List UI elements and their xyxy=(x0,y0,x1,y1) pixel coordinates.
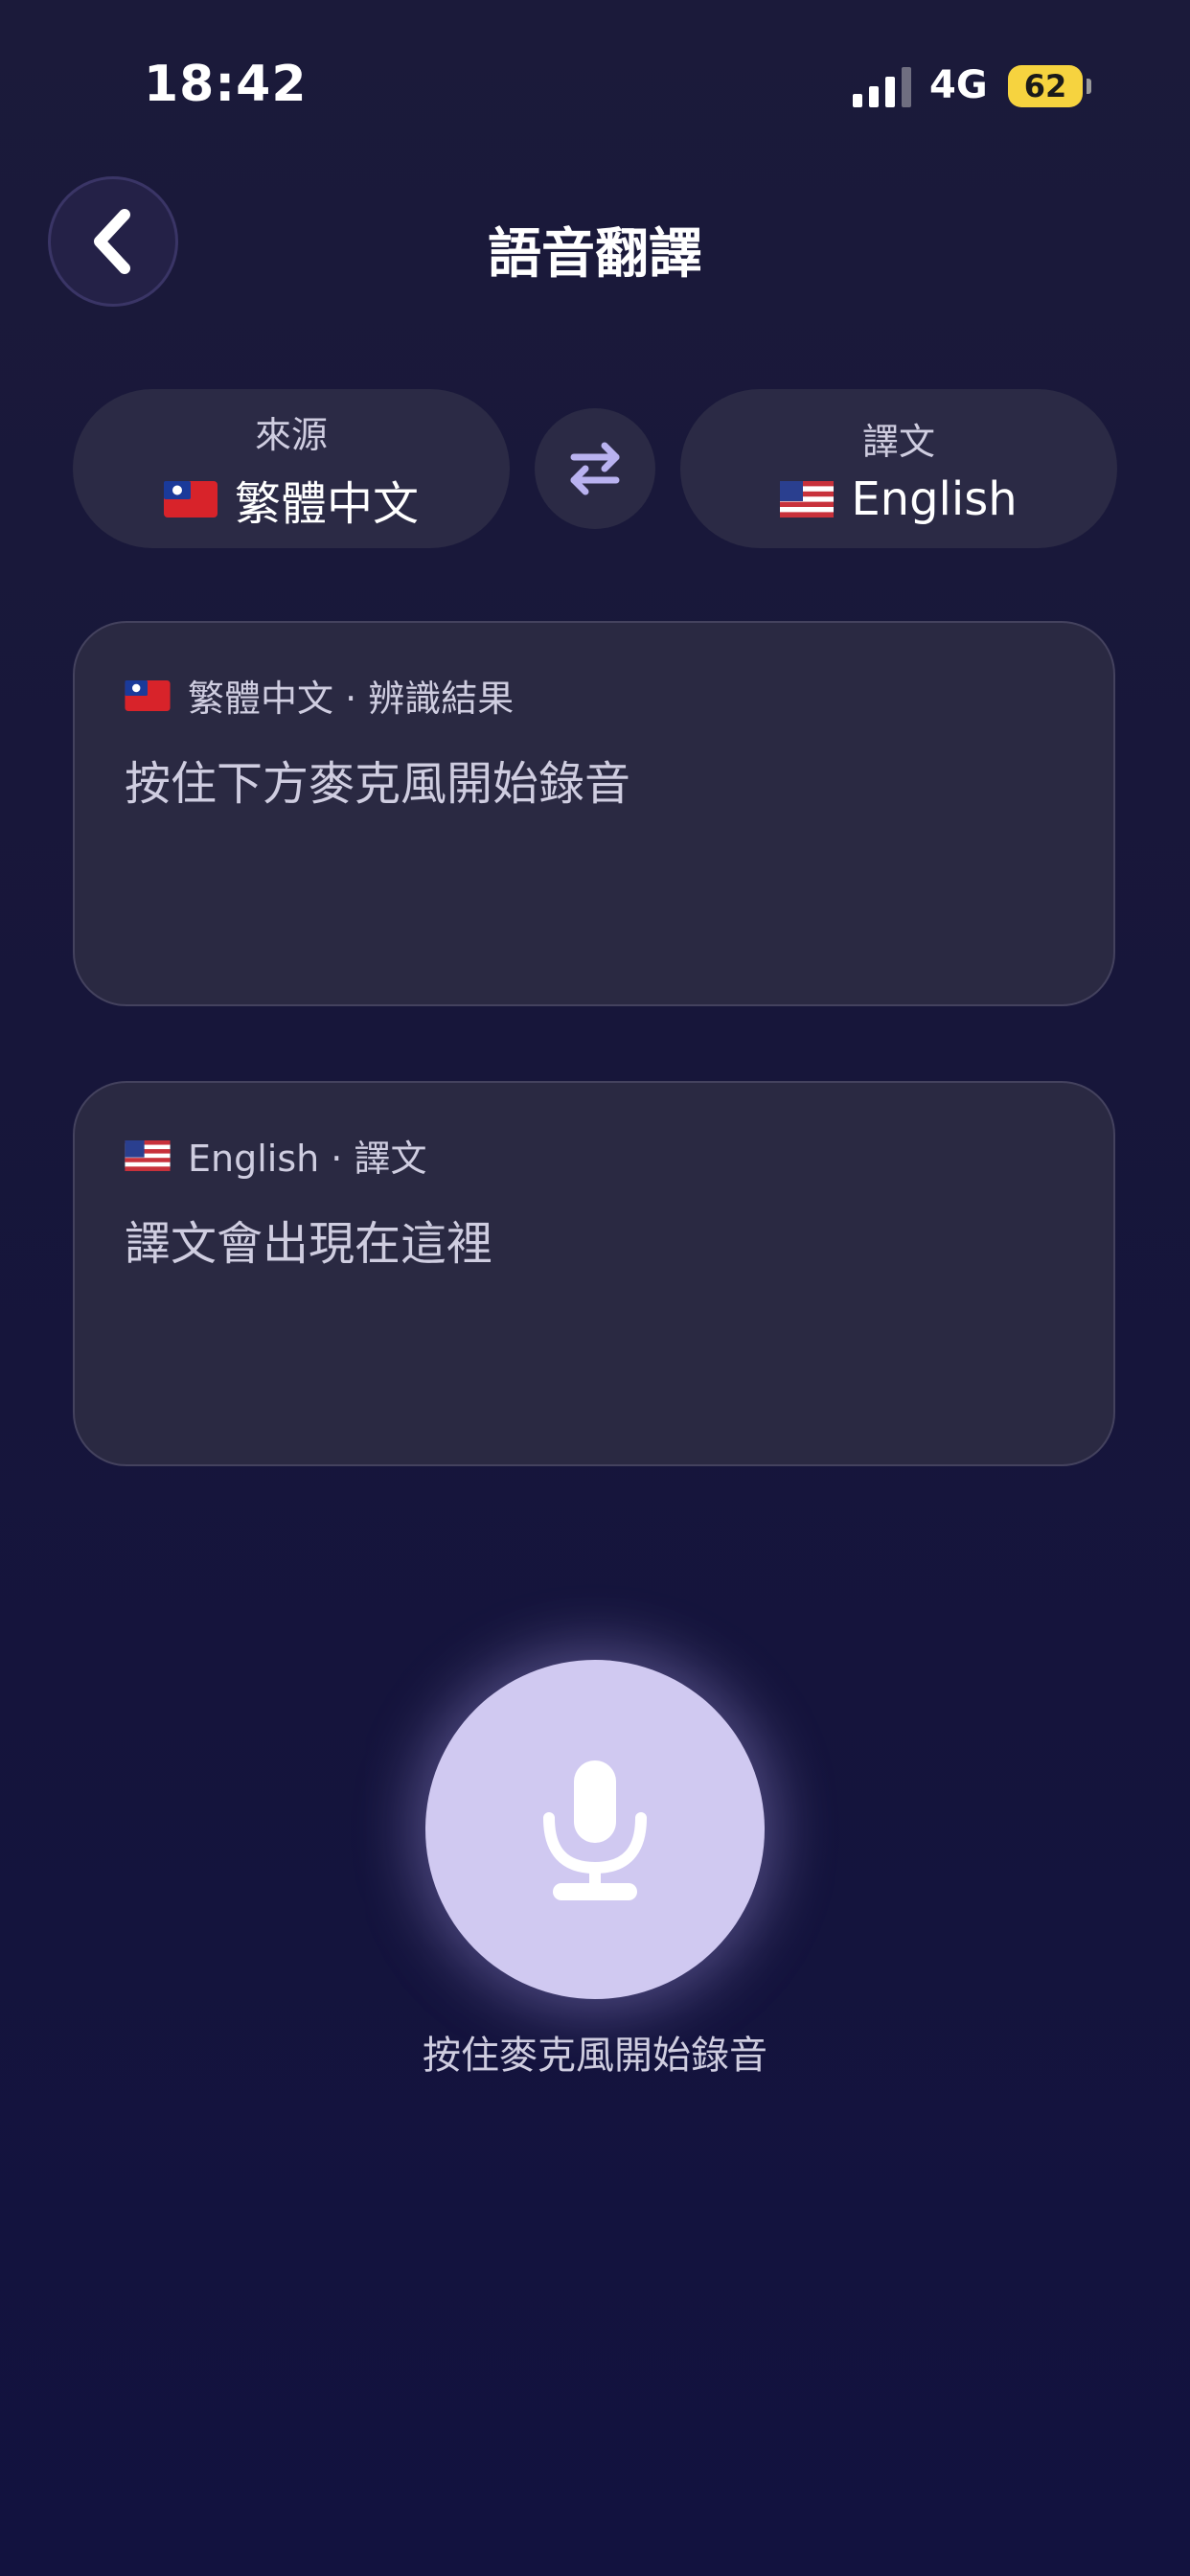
target-language-value: English xyxy=(780,472,1018,526)
target-language-selector[interactable]: 譯文 English xyxy=(680,389,1117,548)
record-mic-button[interactable] xyxy=(425,1660,765,1999)
translation-card-header: English · 譯文 xyxy=(125,1129,426,1182)
network-type: 4G xyxy=(929,63,988,107)
microphone-icon xyxy=(543,1760,647,1900)
source-language-value: 繁體中文 xyxy=(163,466,419,533)
battery-level: 62 xyxy=(1023,68,1067,104)
page-title: 語音翻譯 xyxy=(488,223,702,286)
swap-languages-button[interactable] xyxy=(535,408,655,529)
recognition-card-header: 繁體中文 · 辨識結果 xyxy=(125,669,514,722)
target-language-name: English xyxy=(851,472,1018,526)
source-language-caption: 來源 xyxy=(254,413,328,456)
target-language-caption: 譯文 xyxy=(861,420,935,463)
mic-hint-text: 按住麥克風開始錄音 xyxy=(423,2034,767,2078)
status-time: 18:42 xyxy=(144,56,308,113)
taiwan-flag-icon xyxy=(125,679,171,711)
battery-cap xyxy=(1087,79,1091,94)
translation-card: English · 譯文 譯文會出現在這裡 xyxy=(73,1081,1115,1466)
swap-arrows-icon xyxy=(570,442,620,495)
battery-indicator: 62 xyxy=(1008,65,1083,107)
taiwan-flag-icon xyxy=(163,480,217,518)
recognition-result-card: 繁體中文 · 辨識結果 按住下方麥克風開始錄音 xyxy=(73,621,1115,1006)
source-language-name: 繁體中文 xyxy=(234,476,419,531)
recognition-card-title: 繁體中文 · 辨識結果 xyxy=(188,678,515,720)
source-language-selector[interactable]: 來源 繁體中文 xyxy=(73,389,510,548)
us-flag-icon xyxy=(780,480,835,518)
cellular-signal-icon xyxy=(853,67,911,107)
us-flag-icon xyxy=(125,1139,171,1171)
translation-placeholder: 譯文會出現在這裡 xyxy=(125,1217,493,1271)
translation-card-title: English · 譯文 xyxy=(188,1138,427,1180)
recognition-placeholder: 按住下方麥克風開始錄音 xyxy=(125,757,631,811)
